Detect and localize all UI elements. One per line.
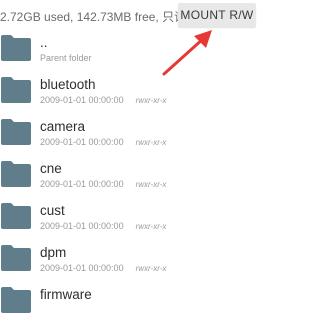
- folder-icon: [1, 245, 31, 271]
- item-date: 2009-01-01 00:00:00: [40, 137, 124, 147]
- item-meta: 2009-01-01 00:00:00 rwxr-xr-x: [40, 221, 166, 231]
- item-permissions: rwxr-xr-x: [135, 180, 167, 189]
- item-name: firmware: [40, 287, 92, 302]
- folder-icon: [1, 287, 31, 313]
- item-meta: 2009-01-01 00:00:00 rwxr-xr-x: [40, 137, 166, 147]
- folder-icon: [1, 161, 31, 187]
- mount-rw-button[interactable]: MOUNT R/W: [178, 3, 256, 27]
- item-name: bluetooth: [40, 77, 96, 92]
- item-name: camera: [40, 119, 86, 134]
- list-item-camera[interactable]: camera 2009-01-01 00:00:00 rwxr-xr-x: [0, 114, 300, 156]
- list-item-bluetooth[interactable]: bluetooth 2009-01-01 00:00:00 rwxr-xr-x: [0, 72, 300, 114]
- item-name: cne: [40, 161, 62, 176]
- item-meta: Parent folder: [40, 53, 92, 63]
- item-permissions: rwxr-xr-x: [135, 264, 167, 273]
- item-permissions: rwxr-xr-x: [135, 96, 167, 105]
- item-meta: 2009-01-01 00:00:00 rwxr-xr-x: [40, 179, 166, 189]
- item-meta: 2009-01-01 00:00:00 rwxr-xr-x: [40, 95, 166, 105]
- item-permissions: rwxr-xr-x: [135, 138, 167, 147]
- top-bar: 2.72GB used, 142.73MB free, 只读 MOUNT R/W: [0, 0, 300, 30]
- item-name: dpm: [40, 245, 67, 260]
- item-name: cust: [40, 203, 65, 218]
- item-subtitle: Parent folder: [40, 53, 92, 63]
- storage-info: 2.72GB used, 142.73MB free, 只读: [0, 10, 187, 24]
- item-date: 2009-01-01 00:00:00: [40, 221, 124, 231]
- list-item-parent-folder[interactable]: .. Parent folder: [0, 30, 300, 72]
- folder-icon: [1, 119, 31, 145]
- list-item-dpm[interactable]: dpm 2009-01-01 00:00:00 rwxr-xr-x: [0, 240, 300, 282]
- list-item-cne[interactable]: cne 2009-01-01 00:00:00 rwxr-xr-x: [0, 156, 300, 198]
- item-date: 2009-01-01 00:00:00: [40, 179, 124, 189]
- item-date: 2009-01-01 00:00:00: [40, 95, 124, 105]
- list-item-cust[interactable]: cust 2009-01-01 00:00:00 rwxr-xr-x: [0, 198, 300, 240]
- folder-icon: [1, 35, 31, 61]
- folder-icon: [1, 77, 31, 103]
- item-date: 2009-01-01 00:00:00: [40, 263, 124, 273]
- file-list: .. Parent folder bluetooth 2009-01-01 00…: [0, 30, 300, 324]
- item-permissions: rwxr-xr-x: [135, 222, 167, 231]
- item-name: ..: [40, 35, 48, 50]
- folder-icon: [1, 203, 31, 229]
- list-item-firmware[interactable]: firmware: [0, 282, 300, 324]
- item-meta: 2009-01-01 00:00:00 rwxr-xr-x: [40, 263, 166, 273]
